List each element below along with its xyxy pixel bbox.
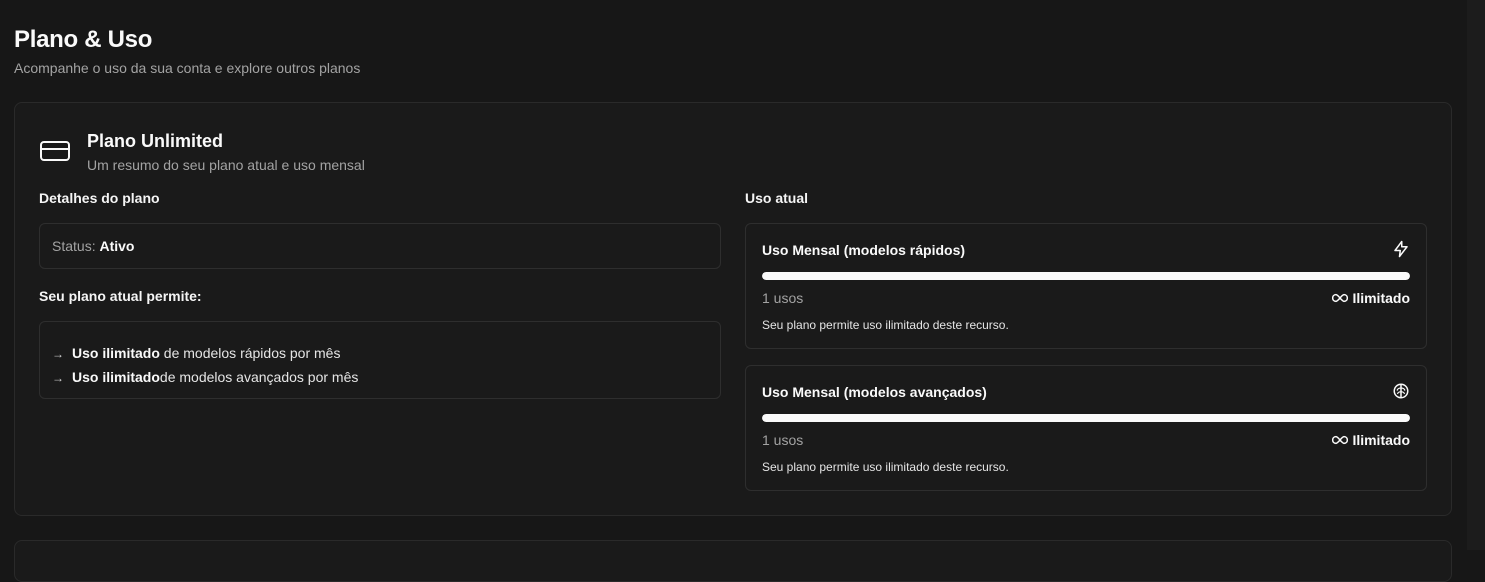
feature-item: → Uso ilimitadode modelos avançados por m… bbox=[52, 369, 358, 385]
plan-details-heading: Detalhes do plano bbox=[39, 190, 160, 206]
usage-card-fast-models: Uso Mensal (modelos rápidos) 1 usos Ilim… bbox=[745, 223, 1427, 349]
usage-limit-label: Ilimitado bbox=[1352, 290, 1410, 306]
status-box: Status: Ativo bbox=[39, 223, 721, 269]
usage-progress-bar bbox=[762, 414, 1410, 422]
usage-limit-label: Ilimitado bbox=[1352, 432, 1410, 448]
lightning-icon bbox=[1394, 240, 1408, 258]
usage-count: 1 usos bbox=[762, 290, 804, 306]
plan-permits-heading: Seu plano atual permite: bbox=[39, 288, 202, 304]
feature-highlight: Uso ilimitado bbox=[72, 369, 160, 385]
arrow-right-icon: → bbox=[52, 347, 64, 361]
usage-card-advanced-models: Uso Mensal (modelos avançados) 1 usos Il… bbox=[745, 365, 1427, 491]
usage-title: Uso Mensal (modelos avançados) bbox=[762, 384, 987, 400]
feature-text: de modelos rápidos por mês bbox=[159, 345, 341, 361]
current-usage-heading: Uso atual bbox=[745, 190, 809, 206]
usage-progress-fill bbox=[762, 272, 1410, 280]
plan-title: Plano Unlimited bbox=[87, 131, 224, 151]
status-text: Status: Ativo bbox=[52, 238, 134, 254]
feature-text: de modelos avançados por mês bbox=[159, 369, 359, 385]
usage-title: Uso Mensal (modelos rápidos) bbox=[762, 242, 966, 258]
scrollbar-track[interactable] bbox=[1467, 0, 1485, 550]
status-value: Ativo bbox=[99, 238, 135, 254]
feature-highlight: Uso ilimitado bbox=[72, 345, 160, 361]
infinity-icon bbox=[1332, 293, 1349, 303]
feature-item: → Uso ilimitado de modelos rápidos por mê… bbox=[52, 345, 340, 361]
features-box: → Uso ilimitado de modelos rápidos por mê… bbox=[39, 321, 721, 399]
page-title: Plano & Uso bbox=[14, 26, 153, 53]
usage-count: 1 usos bbox=[762, 432, 804, 448]
usage-note: Seu plano permite uso ilimitado deste re… bbox=[762, 460, 1009, 474]
plan-description: Um resumo do seu plano atual e uso mensa… bbox=[87, 157, 365, 173]
usage-progress-bar bbox=[762, 272, 1410, 280]
arrow-right-icon: → bbox=[52, 371, 64, 385]
infinity-icon bbox=[1332, 435, 1349, 445]
brain-icon bbox=[1393, 383, 1409, 399]
usage-limit: Ilimitado bbox=[1332, 432, 1410, 448]
usage-limit: Ilimitado bbox=[1332, 290, 1410, 306]
plan-card: Plano Unlimited Um resumo do seu plano a… bbox=[14, 102, 1452, 516]
page-subtitle: Acompanhe o uso da sua conta e explore o… bbox=[14, 60, 361, 76]
credit-card-icon bbox=[40, 141, 70, 161]
next-section-card bbox=[14, 540, 1452, 582]
usage-note: Seu plano permite uso ilimitado deste re… bbox=[762, 318, 1009, 332]
status-label: Status: bbox=[52, 238, 96, 254]
usage-progress-fill bbox=[762, 414, 1410, 422]
